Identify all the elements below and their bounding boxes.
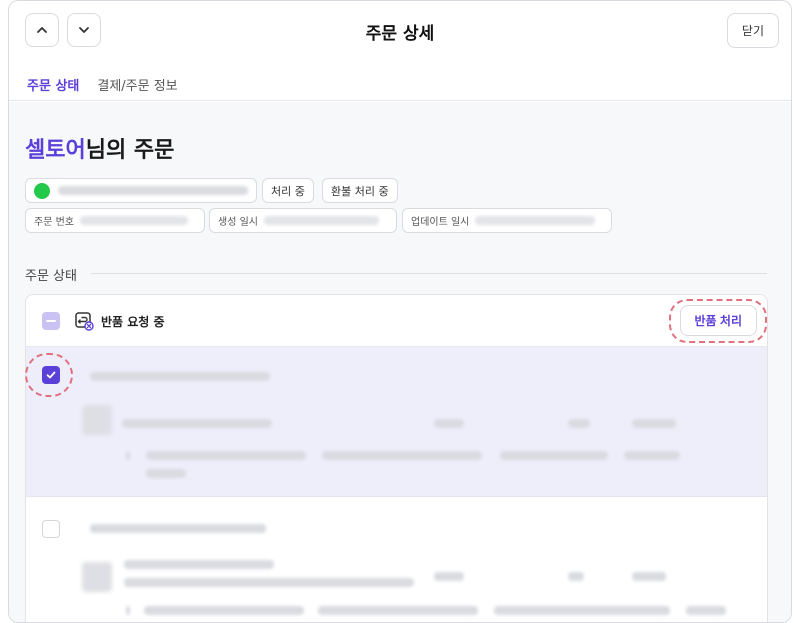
order-number-chip: 주문 번호 bbox=[25, 208, 205, 233]
row-checkbox[interactable] bbox=[42, 520, 60, 538]
option-price-redacted bbox=[686, 606, 726, 615]
section-title: 주문 상태 bbox=[25, 269, 77, 284]
bullet-redacted bbox=[126, 451, 130, 460]
order-detail-window: 주문 상세 닫기 주문 상태 결제/주문 정보 셀토어님의 주문 처리 중 환불… bbox=[8, 0, 792, 623]
store-info-redacted bbox=[58, 186, 248, 195]
return-request-icon bbox=[75, 312, 94, 331]
option-redacted bbox=[146, 451, 306, 460]
order-heading: 셀토어님의 주문 bbox=[25, 132, 174, 164]
product-thumbnail bbox=[82, 405, 112, 435]
option-detail-redacted bbox=[322, 451, 482, 460]
product-qty-redacted bbox=[434, 419, 464, 428]
product-name-redacted bbox=[122, 419, 272, 428]
store-chip bbox=[25, 178, 257, 203]
product-price-redacted bbox=[632, 419, 676, 428]
option-detail-redacted bbox=[318, 606, 478, 615]
status-chip-processing: 처리 중 bbox=[262, 178, 314, 203]
product-unit-redacted bbox=[568, 572, 584, 581]
order-item-row-selected[interactable] bbox=[26, 347, 767, 497]
created-at-redacted bbox=[263, 216, 379, 225]
order-item-row[interactable] bbox=[26, 498, 767, 622]
item-id-redacted bbox=[90, 372, 270, 381]
process-return-button[interactable]: 반품 처리 bbox=[679, 305, 757, 336]
order-status-panel: 반품 요청 중 반품 처리 bbox=[25, 294, 768, 622]
order-number-redacted bbox=[79, 216, 188, 225]
option-value-redacted bbox=[500, 451, 608, 460]
item-id-redacted bbox=[90, 524, 266, 533]
main-content: 셀토어님의 주문 처리 중 환불 처리 중 주문 번호 생성 일시 업데이트 일… bbox=[9, 102, 791, 622]
close-button[interactable]: 닫기 bbox=[726, 13, 779, 48]
row-checkbox-checked[interactable] bbox=[42, 366, 60, 384]
section-divider bbox=[91, 273, 767, 274]
customer-name: 셀토어 bbox=[25, 138, 86, 163]
check-icon bbox=[46, 371, 56, 379]
option-price-redacted bbox=[624, 451, 680, 460]
heading-suffix: 님의 주문 bbox=[85, 138, 175, 163]
created-at-label: 생성 일시 bbox=[218, 217, 258, 228]
updated-at-chip: 업데이트 일시 bbox=[402, 208, 612, 233]
bullet-redacted bbox=[126, 606, 130, 615]
option-extra-redacted bbox=[146, 469, 186, 478]
product-unit-redacted bbox=[568, 419, 590, 428]
tab-payment-order-info[interactable]: 결제/주문 정보 bbox=[95, 67, 179, 106]
status-chip-refund: 환불 처리 중 bbox=[322, 178, 398, 203]
tab-order-status[interactable]: 주문 상태 bbox=[25, 67, 82, 106]
product-desc-redacted bbox=[124, 578, 414, 587]
header: 주문 상세 닫기 주문 상태 결제/주문 정보 bbox=[9, 1, 791, 106]
product-thumbnail bbox=[82, 562, 112, 592]
tab-bar: 주문 상태 결제/주문 정보 bbox=[25, 67, 180, 106]
select-all-checkbox[interactable] bbox=[42, 312, 60, 330]
product-price-redacted bbox=[632, 572, 666, 581]
option-redacted bbox=[144, 606, 304, 615]
created-at-chip: 생성 일시 bbox=[209, 208, 397, 233]
order-number-label: 주문 번호 bbox=[34, 217, 74, 228]
product-name-redacted bbox=[124, 560, 274, 569]
page-title: 주문 상세 bbox=[365, 24, 435, 44]
product-qty-redacted bbox=[434, 572, 464, 581]
store-logo-icon bbox=[34, 182, 50, 199]
panel-header: 반품 요청 중 반품 처리 bbox=[26, 295, 767, 347]
updated-at-redacted bbox=[475, 216, 596, 225]
return-status-label: 반품 요청 중 bbox=[101, 315, 165, 329]
updated-at-label: 업데이트 일시 bbox=[411, 217, 470, 228]
option-value-redacted bbox=[494, 606, 670, 615]
